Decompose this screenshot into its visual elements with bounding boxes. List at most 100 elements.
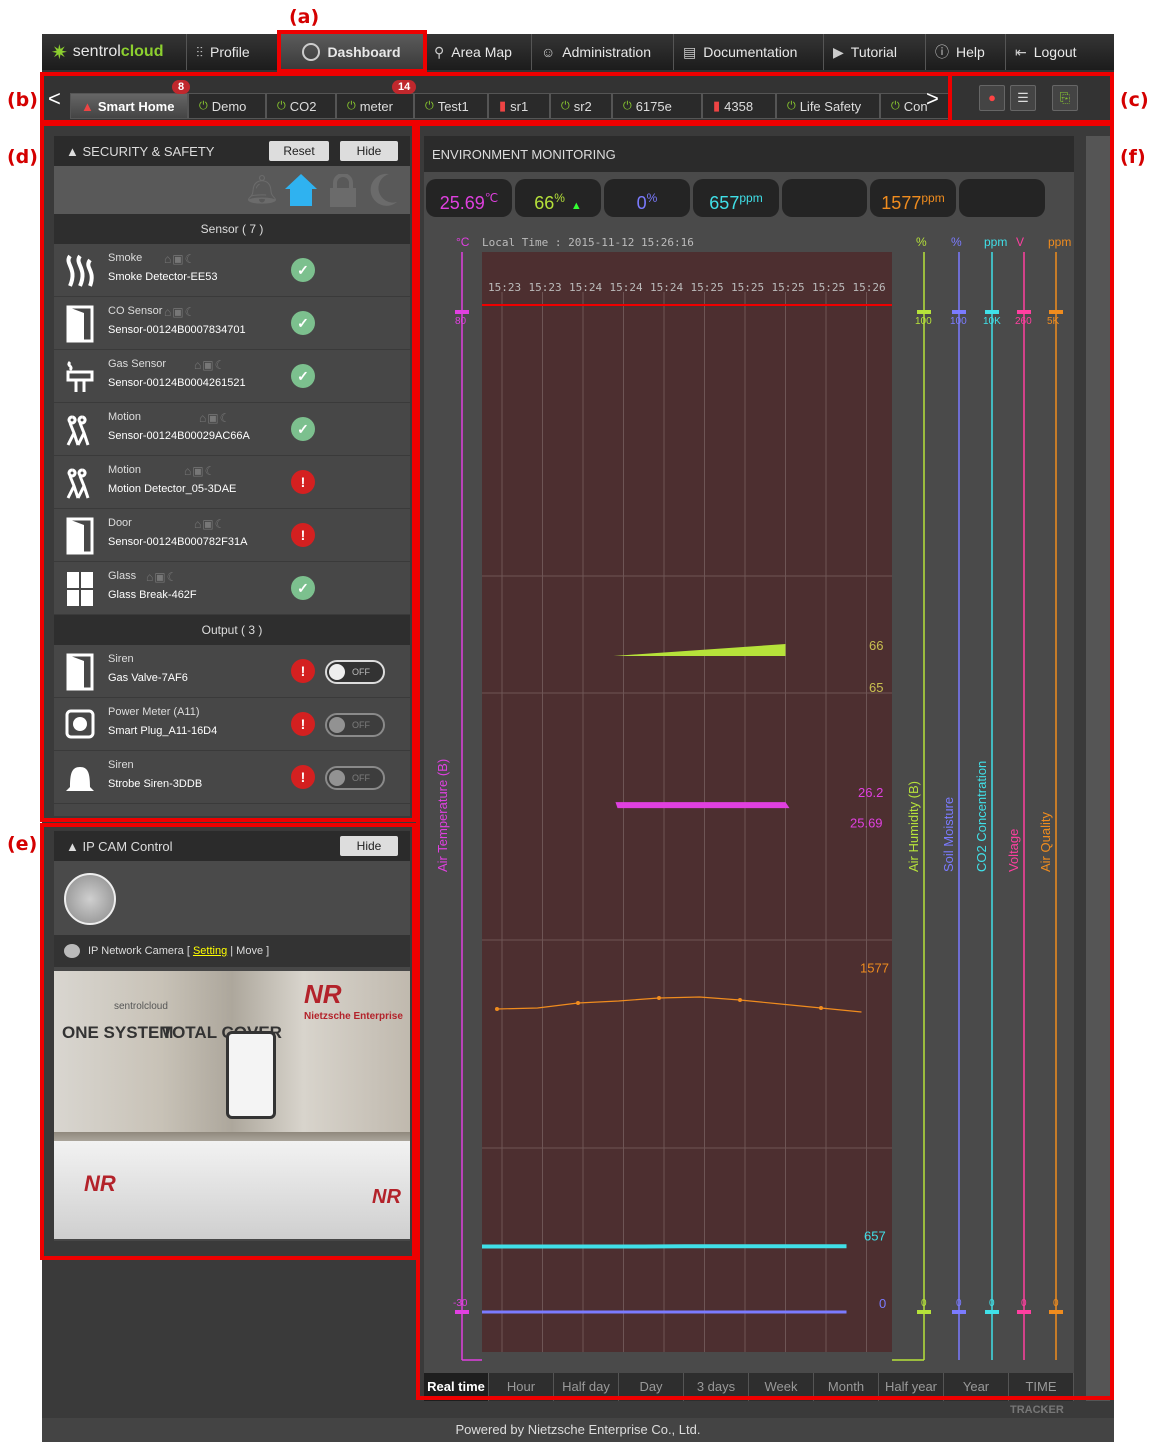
nav-label: Tutorial: [850, 44, 897, 60]
mode-indicator-icons: ⌂▣☾: [194, 517, 227, 531]
export-button[interactable]: ⎘: [1052, 85, 1078, 111]
nav-administration[interactable]: ☺ Administration: [532, 34, 674, 70]
tab-co2[interactable]: ⏻ CO2: [266, 93, 336, 119]
photo-nr-logo-3: NR: [372, 1186, 401, 1208]
reading-pill[interactable]: [959, 179, 1045, 217]
time-range-month[interactable]: Month: [814, 1373, 879, 1401]
time-range-half-year[interactable]: Half year: [879, 1373, 944, 1401]
nav-logout[interactable]: ⇤ Logout: [1006, 34, 1114, 70]
sensor-list: Smoke Smoke Detector-EE53 ⌂▣☾ ✓ CO Sensor Sen…: [54, 244, 410, 615]
nav-documentation[interactable]: ▤ Documentation: [674, 34, 824, 70]
time-range-time[interactable]: TIME: [1009, 1373, 1074, 1401]
tab-smart-home[interactable]: ▲ Smart Home: [70, 93, 188, 119]
output-toggle[interactable]: OFF: [325, 660, 385, 684]
axis-min-label: 0: [921, 1298, 927, 1309]
time-range-day[interactable]: Day: [619, 1373, 684, 1401]
camera-setting-link[interactable]: Setting: [193, 945, 227, 957]
hide-security-button[interactable]: Hide: [340, 141, 398, 161]
camera-live-view[interactable]: NR ONE SYSTEM TOTAL COVER sentrolcloud N…: [54, 971, 410, 1239]
reset-button[interactable]: Reset: [269, 141, 329, 161]
tab-meter[interactable]: ⏻ meter: [336, 93, 414, 119]
nav-help[interactable]: ⓘ Help: [926, 34, 1006, 70]
output-toggle[interactable]: OFF: [325, 713, 385, 737]
camera-icon[interactable]: [64, 873, 116, 925]
home-mode-icon[interactable]: [284, 172, 318, 208]
reading-pill[interactable]: 25.69℃: [426, 179, 512, 217]
nav-area-map[interactable]: ⚲ Area Map: [425, 34, 532, 70]
tab-label: 6175e: [635, 98, 672, 114]
reading-pill[interactable]: [782, 179, 867, 217]
tab-label: sr2: [573, 98, 592, 114]
nav-tutorial[interactable]: ▶ Tutorial: [824, 34, 926, 70]
alert-icon: ●: [988, 90, 996, 105]
alarm-mode-icon[interactable]: 🔔︎: [244, 173, 280, 206]
sensor-row[interactable]: Smoke Smoke Detector-EE53 ⌂▣☾ ✓: [54, 244, 410, 297]
tabs-prev-arrow[interactable]: <: [48, 86, 61, 112]
sensor-row[interactable]: Glass Glass Break-462F ⌂▣☾ ✓: [54, 562, 410, 615]
list-view-button[interactable]: ☰: [1010, 85, 1036, 111]
hide-cam-button[interactable]: Hide: [340, 836, 398, 856]
tab-6175e[interactable]: ⏻ 6175e: [612, 93, 702, 119]
tab-label: Smart Home: [97, 98, 175, 114]
logo-suffix: cloud: [120, 43, 164, 60]
right-scrollbar[interactable]: [1086, 136, 1110, 1401]
reading-pill[interactable]: 66% ▲: [515, 179, 601, 217]
sensor-row[interactable]: Door Sensor-00124B000782F31A ⌂▣☾!: [54, 509, 410, 562]
tab-demo[interactable]: ⏻ Demo: [188, 93, 266, 119]
alert-toggle-button[interactable]: ●: [979, 85, 1005, 111]
env-chart[interactable]: Local Time : 2015-11-12 15:26:16 15:23 15:…: [424, 232, 1074, 1367]
night-moon-icon[interactable]: [367, 172, 399, 208]
photo-one-system: ONE SYSTEM: [62, 1023, 174, 1042]
reading-unit: %: [646, 191, 658, 205]
axis-title: CO2 Concentration: [974, 761, 989, 872]
time-range-real-time[interactable]: Real time: [424, 1373, 489, 1401]
axis-max-marker: [952, 310, 966, 314]
alert-icon: !: [291, 523, 315, 547]
reading-pill[interactable]: 657ppm: [693, 179, 779, 217]
logo[interactable]: ✷ sentrol cloud: [42, 34, 187, 70]
photo-brand: sentrolcloud: [114, 1001, 168, 1012]
x-tick-label: 15:25: [731, 281, 764, 294]
sensor-name: Smoke Detector-EE53: [108, 271, 218, 283]
tab-con[interactable]: ⏻ Con: [880, 93, 950, 119]
time-range-half-day[interactable]: Half day: [554, 1373, 619, 1401]
time-range-week[interactable]: Week: [749, 1373, 814, 1401]
photo-nr-logo: NR: [304, 979, 342, 1009]
away-lock-icon[interactable]: [328, 174, 358, 208]
nav-label: Logout: [1033, 44, 1077, 60]
sensor-row[interactable]: CO Sensor Sensor-00124B0007834701 ⌂▣☾ ✓: [54, 297, 410, 350]
logo-icon: ✷: [51, 41, 68, 64]
mode-indicator-icons: ⌂▣☾: [164, 305, 197, 319]
x-tick-label: 15:24: [569, 281, 602, 294]
tab-sr1[interactable]: ▮ sr1: [488, 93, 550, 119]
output-name: Strobe Siren-3DDB: [108, 778, 203, 790]
power-icon: ⏻: [347, 99, 356, 112]
sensor-row[interactable]: Motion Motion Detector_05-3DAE ⌂▣☾!: [54, 456, 410, 509]
tab-label: Test1: [437, 98, 469, 114]
time-range-3-days[interactable]: 3 days: [684, 1373, 749, 1401]
tab-sr2[interactable]: ⏻ sr2: [550, 93, 612, 119]
tab-test1[interactable]: ⏻ Test1: [414, 93, 488, 119]
sensor-row[interactable]: Motion Sensor-00124B00029AC66A ⌂▣☾ ✓: [54, 403, 410, 456]
tab-life-safety[interactable]: ⏻ Life Safety: [776, 93, 880, 119]
sensor-name: Sensor-00124B00029AC66A: [108, 430, 250, 442]
output-toggle[interactable]: OFF: [325, 766, 385, 790]
nav-label: Profile: [210, 44, 250, 60]
nav-dashboard[interactable]: Dashboard: [279, 34, 425, 70]
sensor-row[interactable]: Gas Sensor Sensor-00124B0004261521 ⌂▣☾ ✓: [54, 350, 410, 403]
trend-up-icon: ▲: [570, 200, 582, 212]
axis-min-marker: [985, 1310, 999, 1314]
axis-max-label: 260: [1015, 316, 1032, 327]
nav-profile[interactable]: ⫶⫶ Profile: [187, 34, 279, 70]
power-icon: ⏻: [623, 99, 632, 112]
tabs-next-arrow[interactable]: >: [926, 86, 939, 112]
reading-pill[interactable]: 0%: [604, 179, 690, 217]
temp-axis-min-marker: [455, 1310, 469, 1314]
camera-move-link[interactable]: | Move ]: [227, 945, 269, 957]
alert-icon: !: [291, 712, 315, 736]
time-range-hour[interactable]: Hour: [489, 1373, 554, 1401]
tab-4358[interactable]: ▮ 4358: [702, 93, 776, 119]
time-range-year[interactable]: Year: [944, 1373, 1009, 1401]
reading-pill[interactable]: 1577ppm: [870, 179, 956, 217]
power-icon: ⏻: [277, 99, 286, 112]
